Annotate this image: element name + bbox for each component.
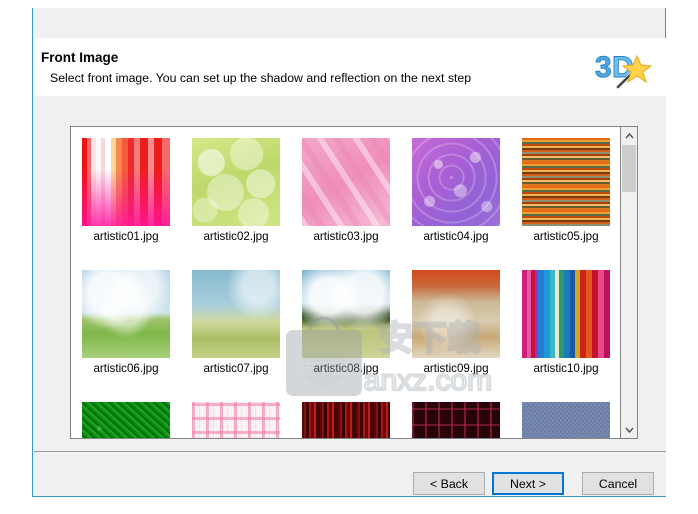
thumbnail-image[interactable] (192, 402, 280, 438)
thumbnail-image[interactable] (522, 270, 610, 358)
thumbnail-image[interactable] (192, 138, 280, 226)
thumbnail-image[interactable] (302, 270, 390, 358)
thumbnail-artwork (82, 270, 170, 358)
thumbnail-item[interactable]: artistic03.jpg (291, 129, 401, 261)
scroll-down-button[interactable] (621, 421, 637, 438)
thumbnail-image[interactable] (302, 138, 390, 226)
image-list-panel[interactable]: artistic01.jpg artistic02.jpg artistic03.j… (70, 126, 638, 439)
thumbnail-image[interactable] (82, 138, 170, 226)
thumbnail-image[interactable] (192, 270, 280, 358)
page-subtitle: Select front image. You can set up the s… (50, 71, 472, 85)
thumbnail-artwork (82, 402, 170, 438)
thumbnail-artwork (192, 138, 280, 226)
thumbnail-item[interactable]: artistic07.jpg (181, 261, 291, 393)
thumbnail-artwork (412, 402, 500, 438)
thumbnail-item[interactable]: artistic10.jpg (511, 261, 621, 393)
thumbnail-artwork (302, 270, 390, 358)
thumbnail-artwork (302, 402, 390, 438)
scrollbar-thumb[interactable] (622, 145, 636, 192)
thumbnail-image[interactable] (302, 402, 390, 438)
thumbnail-item[interactable]: artistic01.jpg (71, 129, 181, 261)
3d-wizard-logo: 3 D (595, 51, 653, 89)
thumbnail-label: artistic05.jpg (533, 230, 599, 243)
thumbnail-artwork (192, 402, 280, 438)
thumbnail-label: artistic03.jpg (313, 230, 379, 243)
page-title: Front Image (41, 50, 119, 65)
thumbnail-label: artistic10.jpg (533, 362, 599, 375)
next-button[interactable]: Next > (492, 472, 564, 495)
thumbnail-label: artistic09.jpg (423, 362, 489, 375)
thumbnail-item[interactable]: artistic06.jpg (71, 261, 181, 393)
chevron-down-icon (624, 427, 634, 433)
vertical-scrollbar[interactable] (620, 127, 637, 438)
thumbnail-item[interactable]: artistic08.jpg (291, 261, 401, 393)
cancel-button[interactable]: Cancel (582, 472, 654, 495)
thumbnail-item[interactable] (511, 393, 621, 438)
svg-text:3: 3 (595, 51, 612, 84)
thumbnail-image[interactable] (82, 270, 170, 358)
thumbnail-item[interactable] (401, 393, 511, 438)
thumbnail-image[interactable] (412, 138, 500, 226)
thumbnail-image[interactable] (522, 138, 610, 226)
thumbnail-label: artistic02.jpg (203, 230, 269, 243)
thumbnail-image[interactable] (412, 402, 500, 438)
thumbnail-artwork (192, 270, 280, 358)
thumbnail-artwork (412, 270, 500, 358)
thumbnail-image[interactable] (522, 402, 610, 438)
thumbnail-label: artistic01.jpg (93, 230, 159, 243)
back-button[interactable]: < Back (413, 472, 485, 495)
thumbnail-image[interactable] (82, 402, 170, 438)
thumbnail-label: artistic06.jpg (93, 362, 159, 375)
thumbnail-label: artistic04.jpg (423, 230, 489, 243)
thumbnail-artwork (522, 138, 610, 226)
wizard-body: artistic01.jpg artistic02.jpg artistic03.j… (34, 96, 666, 451)
thumbnail-item[interactable] (71, 393, 181, 438)
thumbnail-artwork (82, 138, 170, 226)
wizard-header: Front Image Select front image. You can … (34, 38, 666, 96)
thumbnail-item[interactable]: artistic09.jpg (401, 261, 511, 393)
thumbnail-artwork (522, 402, 610, 438)
thumbnail-artwork (302, 138, 390, 226)
thumbnail-artwork (522, 270, 610, 358)
image-list-inner: artistic01.jpg artistic02.jpg artistic03.j… (71, 127, 621, 438)
thumbnail-item[interactable] (291, 393, 401, 438)
thumbnail-row: artistic01.jpg artistic02.jpg artistic03.j… (71, 129, 621, 261)
thumbnail-item[interactable] (181, 393, 291, 438)
thumbnail-label: artistic08.jpg (313, 362, 379, 375)
thumbnail-artwork (412, 138, 500, 226)
thumbnail-row: artistic06.jpg artistic07.jpg artistic08.j… (71, 261, 621, 393)
thumbnail-image[interactable] (412, 270, 500, 358)
wizard-window: Front Image Select front image. You can … (32, 8, 666, 497)
wizard-footer: < Back Next > Cancel (34, 452, 666, 496)
thumbnail-item[interactable]: artistic05.jpg (511, 129, 621, 261)
thumbnail-label: artistic07.jpg (203, 362, 269, 375)
thumbnail-item[interactable]: artistic02.jpg (181, 129, 291, 261)
chevron-up-icon (624, 132, 634, 138)
thumbnail-item[interactable]: artistic04.jpg (401, 129, 511, 261)
scroll-up-button[interactable] (621, 127, 637, 144)
thumbnail-row (71, 393, 621, 438)
